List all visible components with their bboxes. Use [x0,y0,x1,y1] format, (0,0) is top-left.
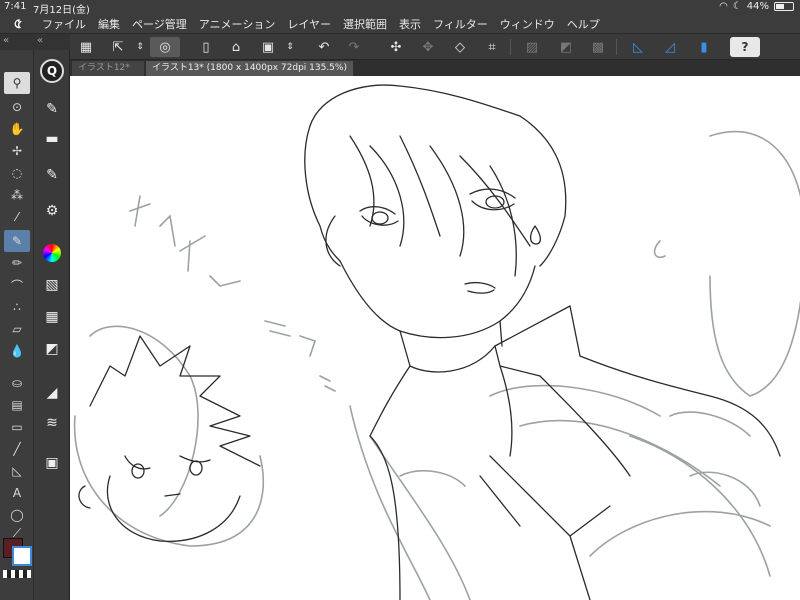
undo-icon[interactable]: ↶ [314,37,334,57]
transparent-color-swatch[interactable] [3,570,31,578]
brush-size-icon[interactable]: ⚙ [39,198,65,224]
blend-tool-icon[interactable]: 💧 [4,340,30,362]
intermediate-color-icon[interactable]: ◩ [39,336,65,362]
quick-access-icon[interactable]: ◎ [150,37,180,57]
text-tool-icon[interactable]: A [4,482,30,504]
layer-property-icon[interactable]: ◢ [39,380,65,406]
menu-help[interactable]: ヘルプ [561,16,606,32]
menu-view[interactable]: 表示 [393,16,427,32]
collapse-left-icon[interactable]: « [3,35,9,46]
special-ruler-snap-icon[interactable]: ◿ [660,37,680,57]
crop-icon[interactable]: ▨ [522,37,542,57]
lasso-tool-icon[interactable]: ◌ [4,162,30,184]
drawing-canvas[interactable] [70,76,800,600]
invert-selection-icon[interactable]: ▩ [588,37,608,57]
airbrush-tool-icon[interactable]: ∴ [4,296,30,318]
menu-filter[interactable]: フィルター [427,16,494,32]
tool-property-icon[interactable]: ✎ [39,162,65,188]
save-spinner-icon[interactable]: ⇕ [280,37,300,57]
collapse-right-icon[interactable]: « [37,35,43,46]
tab-illustration-13[interactable]: イラスト13* (1800 x 1400px 72dpi 135.5%) [146,61,353,76]
grid-menu-icon[interactable]: ▦ [76,37,96,57]
color-history-icon[interactable]: ▣ [39,450,65,476]
color-set-icon[interactable]: ▦ [39,304,65,330]
menu-bar: 7:41 7月12日(金) ◠ ☾ 44% ৫ ファイル 編集 ページ管理 アニ… [0,0,800,34]
status-indicators: ◠ ☾ 44% [719,1,794,12]
palette-collapse-strip: « « [0,34,70,50]
menu-selection[interactable]: 選択範囲 [337,16,393,32]
tab-illustration-12[interactable]: イラスト12* [72,61,144,76]
document-tab-bar: イラスト12* イラスト13* (1800 x 1400px 72dpi 135… [70,60,800,76]
move-tool-icon[interactable]: ⊙ [4,96,30,118]
menu-animation[interactable]: アニメーション [193,16,282,32]
separator [616,39,617,55]
spinner-icon[interactable]: ⇕ [130,37,150,57]
pen-tool-icon[interactable]: ✎ [4,230,30,252]
fill-tool-icon[interactable]: ⛀ [4,372,30,394]
sketch-artwork [73,84,800,600]
transform-icon[interactable]: ✥ [418,37,438,57]
scale-icon[interactable]: ⌗ [482,37,502,57]
layer-icon[interactable]: ≋ [39,410,65,436]
separator [510,39,511,55]
menu-edit[interactable]: 編集 [92,16,126,32]
material-icon[interactable]: ▬ [39,126,65,152]
brush-tool-icon[interactable]: ⌒ [4,274,30,296]
pencil-tool-icon[interactable]: ✏ [4,252,30,274]
erase-selection-icon[interactable]: ◇ [450,37,470,57]
magic-wand-tool-icon[interactable]: ⁂ [4,184,30,206]
fill-selection-icon[interactable]: ◩ [556,37,576,57]
figure-tool-icon[interactable]: ▭ [4,416,30,438]
eyedropper-tool-icon[interactable]: ⁄ [4,206,30,228]
menu-file[interactable]: ファイル [36,16,92,32]
palette-bar: Q ✎ ▬ ✎ ⚙ ▧ ▦ ◩ ◢ ≋ ▣ [34,50,70,600]
ruler-snap-icon[interactable]: ◺ [628,37,648,57]
wifi-icon: ◠ [719,1,728,12]
menu-page[interactable]: ページ管理 [126,16,193,32]
app-logo-icon[interactable]: ৫ [0,12,36,36]
export-icon[interactable]: ⇱ [108,37,128,57]
status-time: 7:41 [4,1,27,12]
command-bar: ▦ ⇱ ⇕ ◎ ▯ ⌂ ▣ ⇕ ↶ ↷ ✣ ✥ ◇ ⌗ ▨ ◩ ▩ ◺ ◿ ▮ … [70,34,800,60]
sub-color-swatch[interactable] [12,546,32,566]
color-wheel-icon[interactable] [39,240,65,266]
open-folder-icon[interactable]: ⌂ [226,37,246,57]
help-button[interactable]: ? [730,37,760,57]
redo-icon[interactable]: ↷ [344,37,364,57]
move-layer-tool-icon[interactable]: ✢ [4,140,30,162]
menu-layer[interactable]: レイヤー [281,16,337,32]
save-icon[interactable]: ▣ [258,37,278,57]
gradient-tool-icon[interactable]: ▤ [4,394,30,416]
ruler-tool-icon[interactable]: ◺ [4,460,30,482]
battery-percent: 44% [746,1,769,12]
menu-window[interactable]: ウィンドウ [494,16,561,32]
new-file-icon[interactable]: ▯ [196,37,216,57]
hand-tool-icon[interactable]: ✋ [4,118,30,140]
menu-items: ৫ ファイル 編集 ページ管理 アニメーション レイヤー 選択範囲 表示 フィル… [0,14,606,34]
moon-icon: ☾ [732,1,742,12]
clear-selection-icon[interactable]: ✣ [386,37,406,57]
eraser-tool-icon[interactable]: ▱ [4,318,30,340]
subtool-menu-icon[interactable]: ✎ [39,96,65,122]
battery-icon [774,2,794,11]
navigator-icon[interactable]: Q [39,58,65,84]
color-slider-icon[interactable]: ▧ [39,272,65,298]
zoom-tool-icon[interactable]: ⚲ [4,72,30,94]
line-tool-icon[interactable]: ╱ [4,438,30,460]
tool-palette: ⚲ ⊙ ✋ ✢ ◌ ⁂ ⁄ ✎ ✏ ⌒ ∴ ▱ 💧 ⛀ ▤ ▭ ╱ ◺ A ◯ … [0,50,34,600]
grid-snap-icon[interactable]: ▮ [694,37,714,57]
